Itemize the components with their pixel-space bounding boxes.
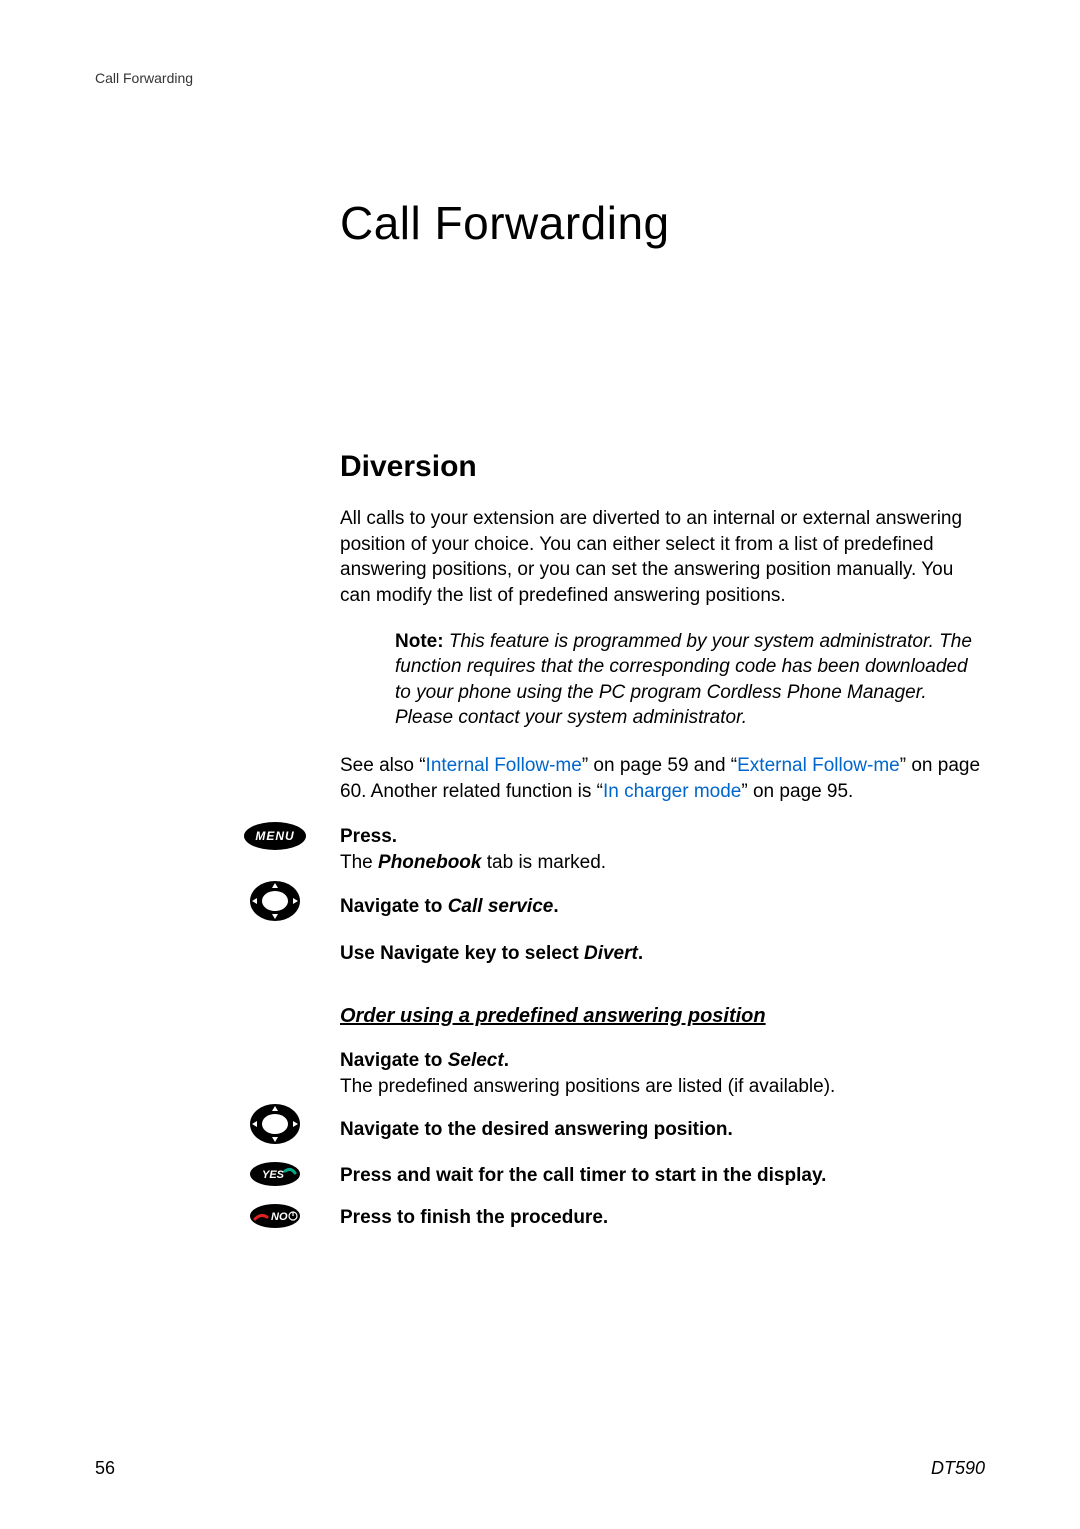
call-service-em: Call service xyxy=(448,896,554,917)
steps-block-2: Navigate to Select. The predefined answe… xyxy=(340,1048,985,1230)
svg-text:NO: NO xyxy=(271,1211,288,1223)
no-icon: NO xyxy=(249,1203,301,1229)
step-navigate-position: Navigate to the desired answering positi… xyxy=(340,1117,985,1143)
note-label: Note: xyxy=(395,631,444,652)
yes-text: Press and wait for the call timer to sta… xyxy=(340,1163,985,1189)
text: Navigate to xyxy=(340,1050,448,1071)
footer: 56 DT590 xyxy=(95,1458,985,1479)
menu-icon: MENU xyxy=(244,822,306,850)
phonebook-em: Phonebook xyxy=(378,852,481,873)
step-press-label: Press. xyxy=(340,826,397,847)
step-navigate-call-service: Navigate to Call service. xyxy=(340,894,985,920)
running-header: Call Forwarding xyxy=(95,70,985,86)
select-em: Select xyxy=(448,1050,504,1071)
step-navigate-select: Navigate to Select. The predefined answe… xyxy=(340,1048,985,1099)
text: ” on page 59 and “ xyxy=(582,755,737,776)
see-also-paragraph: See also “Internal Follow-me” on page 59… xyxy=(340,753,985,804)
menu-icon-label: MENU xyxy=(255,829,294,843)
navigate-icon xyxy=(249,880,301,922)
text: Navigate to xyxy=(340,896,448,917)
step-yes: YES Press and wait for the call timer to… xyxy=(340,1163,985,1189)
note-body: This feature is programmed by your syste… xyxy=(395,631,972,729)
navigate-icon xyxy=(249,1103,301,1145)
subsection-title: Order using a predefined answering posit… xyxy=(340,1005,985,1028)
text: The xyxy=(340,852,378,873)
steps-block-1: MENU Press. The Phonebook tab is marked. xyxy=(340,824,985,967)
no-text: Press to finish the procedure. xyxy=(340,1205,985,1231)
step-no: NO Press to finish the procedure. xyxy=(340,1205,985,1231)
svg-text:YES: YES xyxy=(262,1169,285,1181)
text: . xyxy=(638,943,643,964)
intro-paragraph: All calls to your extension are diverted… xyxy=(340,506,985,609)
text: tab is marked. xyxy=(481,852,606,873)
page-number: 56 xyxy=(95,1458,115,1479)
text: Use Navigate key to select xyxy=(340,943,584,964)
note-block: Note: This feature is programmed by your… xyxy=(395,629,985,732)
section-title: Diversion xyxy=(340,450,985,484)
chapter-title: Call Forwarding xyxy=(340,196,985,250)
navsel-sub: The predefined answering positions are l… xyxy=(340,1076,835,1097)
yes-icon: YES xyxy=(249,1161,301,1187)
text: ” on page 95. xyxy=(741,781,853,802)
link-internal-follow-me[interactable]: Internal Follow-me xyxy=(426,755,582,776)
content-area: Call Forwarding Diversion All calls to y… xyxy=(340,86,985,1230)
model-label: DT590 xyxy=(931,1458,985,1479)
divert-em: Divert xyxy=(584,943,638,964)
link-external-follow-me[interactable]: External Follow-me xyxy=(737,755,900,776)
text: . xyxy=(504,1050,509,1071)
text: . xyxy=(553,896,558,917)
text: See also “ xyxy=(340,755,426,776)
step-press: MENU Press. The Phonebook tab is marked. xyxy=(340,824,985,875)
step-select-divert: Use Navigate key to select Divert. xyxy=(340,941,985,967)
navpos-text: Navigate to the desired answering positi… xyxy=(340,1117,985,1143)
page: Call Forwarding Call Forwarding Diversio… xyxy=(0,0,1080,1529)
link-in-charger-mode[interactable]: In charger mode xyxy=(603,781,741,802)
